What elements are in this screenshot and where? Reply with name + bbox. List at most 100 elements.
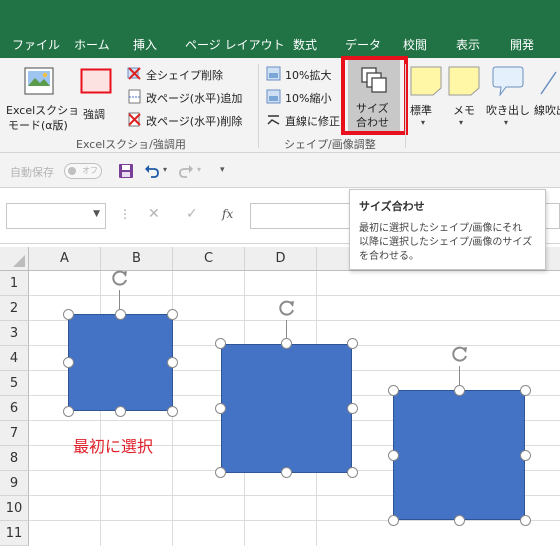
emphasis-button[interactable]: 強調: [78, 64, 116, 132]
column-header-d[interactable]: D: [245, 247, 317, 271]
row-header-9[interactable]: 9: [0, 471, 29, 496]
tab-developer[interactable]: 開発: [510, 36, 534, 53]
ribbon-separator: [258, 64, 259, 148]
row-header-7[interactable]: 7: [0, 421, 29, 446]
tooltip-desc-line: 最初に選択したシェイプ/画像にそれ: [359, 223, 523, 234]
grid-line: [29, 520, 560, 521]
resize-handle[interactable]: [347, 338, 358, 349]
line-fix-button[interactable]: 直線に修正: [266, 112, 346, 128]
note-memo-label: メモ: [453, 104, 475, 117]
row-header-11[interactable]: 11: [0, 521, 29, 546]
note-callout-dropdown-icon[interactable]: ▾: [504, 118, 508, 127]
redo-icon[interactable]: [178, 163, 194, 179]
screenshot-mode-label1: Excelスクショ: [6, 104, 80, 117]
resize-handle[interactable]: [281, 338, 292, 349]
screenshot-mode-label2: モード(α版): [8, 119, 68, 132]
emphasis-label: 強調: [83, 108, 105, 121]
tab-insert[interactable]: 挿入: [133, 36, 157, 53]
rectangle-shape-2[interactable]: [221, 344, 352, 473]
row-header-8[interactable]: 8: [0, 446, 29, 471]
tab-review[interactable]: 校閲: [403, 36, 427, 53]
resize-handle[interactable]: [388, 515, 399, 526]
note-line-callout-label: 線吹出: [534, 104, 560, 117]
image-shrink-icon: [266, 89, 281, 104]
resize-handle[interactable]: [454, 515, 465, 526]
resize-handle[interactable]: [167, 309, 178, 320]
delete-all-shapes-label: 全シェイプ削除: [146, 69, 223, 82]
column-header-a[interactable]: A: [29, 247, 101, 271]
rectangle-shape-3[interactable]: [393, 390, 525, 520]
resize-handle[interactable]: [215, 338, 226, 349]
resize-handle[interactable]: [388, 385, 399, 396]
insert-function-button[interactable]: fx: [222, 207, 233, 221]
resize-handle[interactable]: [63, 357, 74, 368]
tab-data[interactable]: データ: [345, 36, 381, 53]
rotate-handle-icon[interactable]: [450, 344, 470, 364]
resize-handle[interactable]: [215, 467, 226, 478]
autosave-toggle-knob: [68, 167, 76, 175]
resize-handle[interactable]: [347, 467, 358, 478]
row-header-6[interactable]: 6: [0, 396, 29, 421]
tab-formulas[interactable]: 数式: [293, 36, 317, 53]
resize-handle[interactable]: [520, 450, 531, 461]
resize-handle[interactable]: [520, 515, 531, 526]
save-icon[interactable]: [118, 163, 134, 179]
row-header-10[interactable]: 10: [0, 496, 29, 521]
rotate-handle-icon[interactable]: [277, 298, 297, 318]
resize-handle[interactable]: [281, 467, 292, 478]
note-callout-button[interactable]: 吹き出し ▾: [484, 64, 532, 127]
highlight-rect-icon: [80, 68, 112, 94]
page-break-add-button[interactable]: 改ページ(水平)追加: [127, 89, 257, 105]
tab-file[interactable]: ファイル: [12, 36, 60, 53]
resize-handle[interactable]: [115, 309, 126, 320]
select-all-corner[interactable]: [0, 247, 29, 271]
zoom-in-button[interactable]: 10%拡大: [266, 66, 342, 82]
resize-handle[interactable]: [115, 406, 126, 417]
note-standard-button[interactable]: 標準 ▾: [408, 64, 444, 127]
autosave-toggle[interactable]: オフ: [64, 163, 102, 179]
note-callout-label: 吹き出し: [486, 104, 530, 117]
size-match-tooltip: サイズ合わせ 最初に選択したシェイプ/画像にそれ 以降に選択したシェイプ/画像の…: [349, 189, 546, 270]
name-box[interactable]: ▼: [6, 203, 106, 229]
note-line-callout-button[interactable]: 線吹出: [532, 64, 560, 124]
page-break-delete-button[interactable]: 改ページ(水平)削除: [127, 112, 257, 128]
row-header-3[interactable]: 3: [0, 321, 29, 346]
screenshot-mode-button[interactable]: Excelスクショ モード(α版): [4, 64, 79, 132]
name-box-dropdown-icon[interactable]: ▼: [93, 209, 100, 219]
column-header-c[interactable]: C: [173, 247, 245, 271]
note-memo-button[interactable]: メモ ▾: [446, 64, 482, 127]
row-header-2[interactable]: 2: [0, 296, 29, 321]
resize-handle[interactable]: [63, 406, 74, 417]
tooltip-desc-line: 以降に選択したシェイプ/画像のサイズ: [359, 237, 533, 248]
rotate-handle-icon[interactable]: [110, 268, 130, 288]
note-memo-dropdown-icon[interactable]: ▾: [459, 118, 463, 127]
resize-handle[interactable]: [520, 385, 531, 396]
size-match-highlight-box: [341, 56, 408, 135]
enter-icon[interactable]: ✓: [186, 206, 198, 222]
zoom-out-button[interactable]: 10%縮小: [266, 89, 342, 105]
resize-handle[interactable]: [167, 406, 178, 417]
tab-page-layout[interactable]: ページ レイアウト: [185, 36, 285, 53]
customize-qat-icon[interactable]: ▾: [220, 165, 225, 175]
resize-handle[interactable]: [63, 309, 74, 320]
tab-home[interactable]: ホーム: [74, 36, 110, 53]
rectangle-shape-1[interactable]: [68, 314, 173, 411]
row-header-1[interactable]: 1: [0, 271, 29, 296]
resize-handle[interactable]: [215, 403, 226, 414]
cancel-icon[interactable]: ✕: [148, 206, 160, 222]
note-standard-dropdown-icon[interactable]: ▾: [421, 118, 425, 127]
page-break-delete-label: 改ページ(水平)削除: [146, 115, 243, 128]
resize-handle[interactable]: [388, 450, 399, 461]
row-header-4[interactable]: 4: [0, 346, 29, 371]
resize-handle[interactable]: [167, 357, 178, 368]
undo-dropdown-icon[interactable]: ▾: [163, 165, 167, 174]
tab-view[interactable]: 表示: [456, 36, 480, 53]
redo-dropdown-icon[interactable]: ▾: [197, 165, 201, 174]
row-header-5[interactable]: 5: [0, 371, 29, 396]
undo-icon[interactable]: [144, 163, 160, 179]
sticky-note-icon: [410, 66, 442, 96]
resize-handle[interactable]: [454, 385, 465, 396]
resize-handle[interactable]: [347, 403, 358, 414]
delete-all-shapes-button[interactable]: 全シェイプ削除: [127, 66, 247, 82]
zoom-out-label: 10%縮小: [285, 92, 332, 105]
